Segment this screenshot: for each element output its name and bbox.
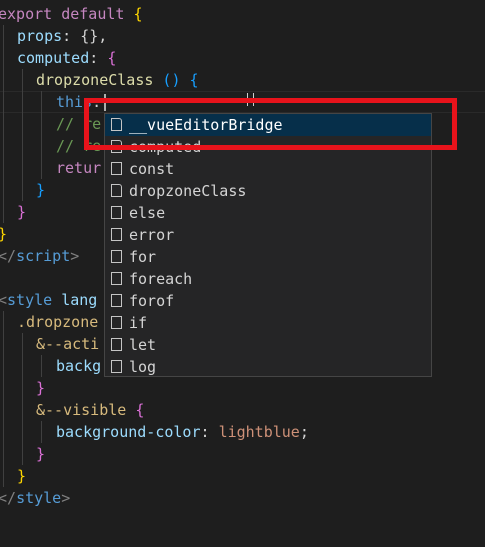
suggestion-item[interactable]: if — [105, 312, 431, 334]
suggestion-item[interactable]: let — [105, 334, 431, 356]
colon: : — [89, 49, 108, 67]
tag-style: style — [7, 291, 53, 309]
suggestion-item[interactable]: forof — [105, 290, 431, 312]
suggestion-label: for — [129, 248, 157, 266]
brace: { — [126, 401, 145, 419]
semicolon: ; — [299, 423, 309, 441]
code-line-15: .dropzone — [17, 311, 98, 333]
code-line-12: </script> — [0, 245, 79, 267]
suggestion-label: foreach — [129, 270, 193, 288]
code-line-22: } — [17, 465, 26, 487]
parens: () — [153, 71, 190, 89]
brace: { — [124, 5, 143, 23]
suggestion-item[interactable]: dropzoneClass — [105, 180, 431, 202]
snippet-icon — [111, 338, 122, 351]
annotation-highlight-box — [84, 98, 457, 150]
code-line-19: &--visible { — [36, 399, 144, 421]
tag-close: > — [70, 247, 80, 265]
brace: } — [36, 181, 46, 199]
indent-guide — [3, 311, 4, 487]
brace: } — [17, 203, 27, 221]
tag-script: script — [16, 247, 71, 265]
code-line-2: props: {}, — [17, 25, 107, 47]
attribute-lang: lang — [52, 291, 98, 309]
suggestion-item[interactable]: error — [105, 224, 431, 246]
suggestion-item[interactable]: log — [105, 356, 431, 378]
code-line-9: } — [36, 179, 45, 201]
code-line-1: export default { — [0, 3, 143, 25]
suggestion-label: const — [129, 160, 175, 178]
code-line-17: backg — [56, 355, 101, 377]
snippet-icon — [111, 250, 122, 263]
css-value: lightblue — [218, 423, 300, 441]
suggestion-widget[interactable]: __vueEditorBridge computed const dropzoneCl… — [104, 113, 432, 377]
snippet-icon — [111, 162, 122, 175]
code-line-18: } — [36, 377, 45, 399]
suggestion-item[interactable]: else — [105, 202, 431, 224]
snippet-icon — [111, 228, 122, 241]
indent-guide — [41, 421, 42, 443]
brace: { — [189, 71, 199, 89]
property-props: props — [17, 27, 63, 45]
code-line-14: <style lang — [0, 289, 97, 311]
colon: : — [200, 423, 219, 441]
code-line-16: &--acti — [36, 333, 99, 355]
code-line-21: } — [36, 443, 45, 465]
suggestion-label: forof — [129, 292, 175, 310]
css-property: background-color — [56, 423, 201, 441]
brace: } — [36, 379, 46, 397]
brace: { — [107, 49, 117, 67]
snippet-icon — [111, 294, 122, 307]
suggestion-label: else — [129, 204, 166, 222]
code-line-23: </style> — [0, 487, 70, 509]
code-line-8: retur — [56, 157, 101, 179]
suggestion-label: dropzoneClass — [129, 182, 247, 200]
suggestion-label: if — [129, 314, 148, 332]
snippet-icon — [111, 360, 122, 373]
suggestion-item[interactable]: foreach — [105, 268, 431, 290]
suggestion-label: error — [129, 226, 175, 244]
property-computed: computed — [17, 49, 90, 67]
css-selector: .dropzone — [17, 313, 99, 331]
brace: } — [0, 225, 7, 243]
file-icon — [111, 184, 122, 197]
brace: } — [17, 467, 27, 485]
snippet-icon — [111, 206, 122, 219]
tag-close: > — [61, 489, 71, 507]
indent-guide — [22, 333, 23, 465]
css-property: backg — [56, 357, 102, 375]
keyword-return: retur — [56, 159, 102, 177]
props-value: : {}, — [62, 27, 108, 45]
css-selector: &--acti — [36, 335, 100, 353]
tag-open: </ — [0, 247, 17, 265]
code-line-20: background-color: lightblue; — [56, 421, 309, 443]
indent-guide — [22, 69, 23, 201]
indent-guide — [3, 25, 4, 223]
suggestion-item[interactable]: const — [105, 158, 431, 180]
snippet-icon — [111, 316, 122, 329]
method-dropzoneClass: dropzoneClass — [36, 71, 154, 89]
indent-guide — [41, 91, 42, 179]
tag-open: < — [0, 291, 8, 309]
keyword-export-default: export default — [0, 5, 125, 23]
suggestion-label: log — [129, 358, 157, 376]
suggestion-label: let — [129, 336, 157, 354]
brace: } — [36, 445, 46, 463]
code-line-11: } — [0, 223, 7, 245]
tag-style: style — [16, 489, 62, 507]
suggestion-item[interactable]: for — [105, 246, 431, 268]
code-line-3: computed: { — [17, 47, 116, 69]
snippet-icon — [111, 272, 122, 285]
css-selector: &--visible — [36, 401, 127, 419]
indent-guide — [41, 355, 42, 377]
tag-open: </ — [0, 489, 17, 507]
code-line-4: dropzoneClass () { — [36, 69, 199, 91]
code-line-10: } — [17, 201, 26, 223]
